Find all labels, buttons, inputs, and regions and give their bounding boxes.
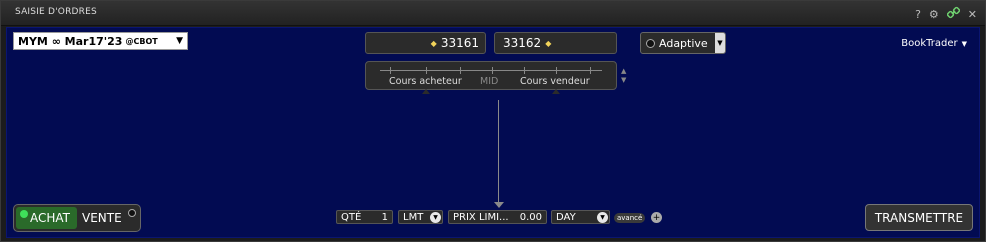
buy-label: ACHAT (30, 211, 71, 225)
diamond-icon: ◆ (430, 38, 437, 48)
selected-indicator-icon (20, 210, 28, 218)
bid-label: Cours acheteur (389, 76, 462, 87)
quantity-value: 1 (381, 211, 388, 223)
scale-tick (426, 67, 427, 74)
arrow-down-icon (494, 202, 504, 208)
sell-radio[interactable] (128, 209, 136, 217)
order-type-value: LMT (403, 211, 424, 223)
order-panel: MYM ∞ Mar17'23 @CBOT ▼ ◆ 33161 33162 ◆ C… (6, 27, 980, 238)
chevron-down-icon: ▼ (961, 40, 967, 48)
scale-tick (492, 67, 493, 74)
close-icon[interactable]: ✕ (968, 8, 977, 22)
limit-price-label: PRIX LIMI... (453, 211, 509, 223)
scale-tick (390, 67, 391, 74)
contract-selector[interactable]: MYM ∞ Mar17'23 @CBOT ▼ (13, 32, 188, 50)
order-type-selector[interactable]: LMT ▼ (398, 210, 443, 224)
chevron-down-icon[interactable]: ▼ (430, 212, 441, 223)
transmit-label: TRANSMETTRE (874, 210, 964, 225)
mid-label: MID (480, 76, 499, 87)
scale-tick (460, 67, 461, 74)
contract-exchange: @CBOT (125, 36, 158, 46)
chevron-down-icon[interactable]: ▼ (597, 212, 608, 223)
bid-price-button[interactable]: ◆ 33161 (365, 32, 486, 54)
side-toggle[interactable]: ACHAT VENTE (13, 204, 141, 232)
chevron-down-icon: ▼ (176, 36, 183, 46)
bid-pointer (422, 89, 430, 94)
limit-price-field[interactable]: PRIX LIMI... 0.00 (448, 210, 547, 224)
buy-button[interactable]: ACHAT (16, 207, 77, 229)
quantity-label: QTÉ (341, 211, 362, 223)
ask-pointer (552, 89, 560, 94)
help-icon[interactable]: ? (915, 8, 921, 22)
scale-line (380, 70, 602, 71)
scale-tick (556, 67, 557, 74)
gear-icon[interactable]: ⚙ (929, 8, 939, 22)
scale-tick (524, 67, 525, 74)
title-bar: SAISIE D'ORDRES ? ⚙ ✕ (1, 1, 985, 26)
ask-price-button[interactable]: 33162 ◆ (494, 32, 617, 54)
arrow-down-icon[interactable]: ▼ (621, 76, 631, 85)
algo-radio[interactable] (646, 38, 655, 48)
order-entry-window: SAISIE D'ORDRES ? ⚙ ✕ MYM ∞ Mar17'23 @CB… (0, 0, 986, 242)
transmit-button[interactable]: TRANSMETTRE (865, 204, 973, 231)
advanced-toggle[interactable]: avancé (614, 213, 646, 223)
limit-price-value: 0.00 (519, 211, 542, 223)
plus-icon[interactable]: + (651, 212, 662, 223)
ask-price: 33162 (503, 36, 542, 50)
time-in-force-selector[interactable]: DAY ▼ (551, 210, 610, 224)
time-in-force-value: DAY (556, 211, 576, 223)
tool-label: BookTrader (901, 38, 958, 49)
contract-symbol: MYM ∞ Mar17'23 (18, 34, 123, 48)
window-title: SAISIE D'ORDRES (15, 7, 97, 17)
bid-price: 33161 (440, 36, 479, 50)
price-scale[interactable]: Cours acheteur MID Cours vendeur (365, 61, 617, 94)
sell-label: VENTE (82, 211, 122, 225)
algo-label: Adaptive (659, 36, 708, 50)
link-icon[interactable] (946, 6, 960, 23)
link-icon-graphic (946, 6, 960, 19)
diamond-icon: ◆ (545, 38, 552, 48)
price-spinner[interactable]: ▲ ▼ (621, 67, 631, 85)
tool-selector[interactable]: BookTrader ▼ (901, 38, 967, 49)
quantity-field[interactable]: QTÉ 1 (336, 210, 393, 224)
sell-button[interactable]: VENTE (82, 207, 126, 229)
scale-tick (590, 67, 591, 74)
price-pointer-line (498, 100, 499, 203)
algo-selector[interactable]: Adaptive ▼ (640, 32, 726, 54)
arrow-up-icon[interactable]: ▲ (621, 67, 631, 76)
ask-label: Cours vendeur (520, 76, 590, 87)
chevron-down-icon[interactable]: ▼ (715, 33, 725, 53)
title-bar-icons: ? ⚙ ✕ (915, 6, 977, 23)
